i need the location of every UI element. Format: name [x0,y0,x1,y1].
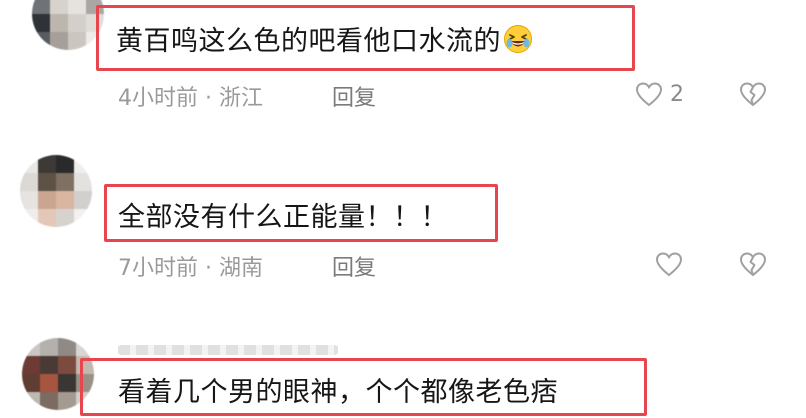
heart-icon [655,252,683,277]
like-button[interactable] [654,250,684,278]
username-blurred [118,345,338,355]
avatar[interactable] [32,0,104,50]
comment-text-content: 黄百鸣这么色的吧看他口水流的 [116,26,501,57]
heart-icon [635,82,663,107]
comment-item: 全部没有什么正能量！！！ 7小时前 · 湖南 回复 [0,140,806,300]
grinning-squinting-face-emoji [504,25,532,53]
dislike-button[interactable] [738,250,768,282]
comment-item: 看着几个男的眼神，个个都像老色痞 [0,300,806,418]
dislike-button[interactable] [738,80,768,112]
like-count: 2 [670,81,684,107]
comment-item: 黄百鸣这么色的吧看他口水流的 4小时前 · 浙江 回复 2 [0,0,806,140]
like-button[interactable]: 2 [634,80,684,108]
comment-meta: 7小时前 · 湖南 [118,256,263,281]
comment-text: 黄百鸣这么色的吧看他口水流的 [116,19,533,58]
comment-meta: 4小时前 · 浙江 [118,86,263,111]
broken-heart-icon [739,252,767,277]
reply-button[interactable]: 回复 [332,250,376,282]
broken-heart-icon [739,82,767,107]
avatar[interactable] [20,155,92,227]
comment-text: 看着几个男的眼神，个个都像老色痞 [118,377,558,408]
comment-text: 全部没有什么正能量！！！ [118,202,448,233]
reply-button[interactable]: 回复 [332,80,376,112]
